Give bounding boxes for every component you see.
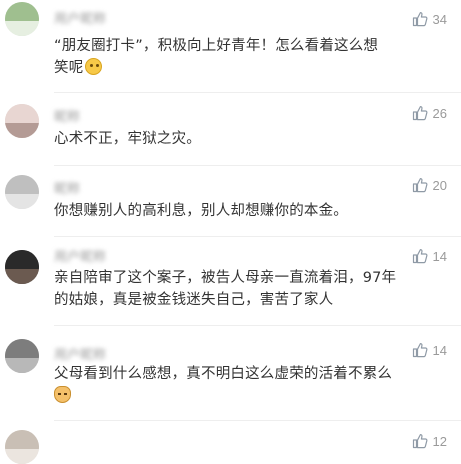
like-count: 14 bbox=[432, 342, 447, 358]
comment-text: 你想赚别人的高利息，别人却想赚你的本金。 bbox=[54, 200, 444, 222]
avatar[interactable] bbox=[5, 339, 39, 373]
comment-text-line: 的姑娘，真是被金钱迷失自己，害苦了家人 bbox=[54, 292, 334, 308]
comment-emoji-line bbox=[54, 385, 444, 407]
comment-text: 心术不正，牢狱之灾。 bbox=[54, 128, 444, 150]
like-button[interactable]: 14 bbox=[412, 340, 447, 360]
avatar[interactable] bbox=[5, 430, 39, 464]
like-count: 12 bbox=[432, 433, 447, 449]
comment-text-line: 父母看到什么感想，真不明白这么虚荣的活着不累么 bbox=[54, 366, 393, 382]
like-count: 20 bbox=[432, 177, 447, 193]
comment-text-line: 心术不正，牢狱之灾。 bbox=[54, 131, 201, 147]
username[interactable]: 昵称 bbox=[54, 106, 80, 125]
like-count: 26 bbox=[432, 105, 447, 121]
comment-text-line: 你想赚别人的高利息，别人却想赚你的本金。 bbox=[54, 203, 348, 219]
username[interactable]: 用户昵称 bbox=[54, 8, 106, 27]
divider bbox=[54, 165, 461, 166]
thumbs-up-icon bbox=[412, 106, 428, 121]
cat-face-icon bbox=[54, 386, 71, 403]
like-count: 14 bbox=[432, 248, 447, 264]
like-count: 34 bbox=[432, 11, 447, 27]
divider bbox=[54, 325, 461, 326]
username[interactable]: 用户昵称 bbox=[54, 246, 106, 265]
avatar[interactable] bbox=[5, 2, 39, 36]
avatar[interactable] bbox=[5, 250, 39, 284]
thinking-face-icon bbox=[85, 58, 103, 75]
like-button[interactable]: 14 bbox=[412, 246, 447, 266]
like-button[interactable]: 20 bbox=[412, 175, 447, 195]
divider bbox=[54, 236, 461, 237]
comment-text-line: 亲自陪审了这个案子，被告人母亲一直流着泪，97年 bbox=[54, 270, 397, 286]
thumbs-up-icon bbox=[412, 434, 428, 449]
username[interactable]: 用户昵称 bbox=[54, 344, 106, 363]
thumbs-up-icon bbox=[412, 12, 428, 27]
comment-text-line-wrap: 笑呢 bbox=[54, 57, 444, 79]
like-button[interactable]: 26 bbox=[412, 103, 447, 123]
comment-text-line: 笑呢 bbox=[54, 60, 84, 76]
username[interactable]: 昵称 bbox=[54, 178, 80, 197]
divider bbox=[54, 92, 461, 93]
comment-text: “朋友圈打卡”，积极向上好青年！怎么看着这么想 笑呢 bbox=[54, 35, 444, 79]
divider bbox=[54, 420, 461, 421]
like-button[interactable]: 34 bbox=[412, 9, 447, 29]
comment-text: 亲自陪审了这个案子，被告人母亲一直流着泪，97年 的姑娘，真是被金钱迷失自己，害… bbox=[54, 267, 444, 311]
thumbs-up-icon bbox=[412, 178, 428, 193]
avatar[interactable] bbox=[5, 104, 39, 138]
avatar[interactable] bbox=[5, 175, 39, 209]
like-button[interactable]: 12 bbox=[412, 431, 447, 451]
thumbs-up-icon bbox=[412, 249, 428, 264]
comment-text-line: “朋友圈打卡”，积极向上好青年！怎么看着这么想 bbox=[54, 38, 379, 54]
thumbs-up-icon bbox=[412, 343, 428, 358]
comment-text: 父母看到什么感想，真不明白这么虚荣的活着不累么 bbox=[54, 363, 444, 407]
